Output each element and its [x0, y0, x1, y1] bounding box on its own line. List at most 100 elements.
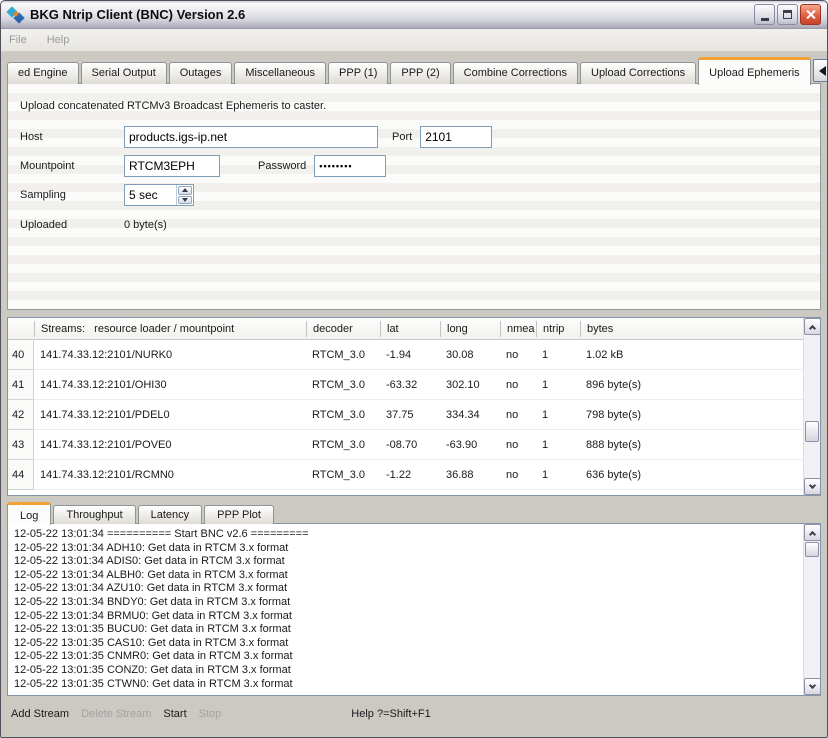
sampling-value[interactable] [125, 185, 176, 205]
stream-cell: 141.74.33.12:2101/NURK0 [34, 340, 306, 370]
scrollbar-thumb[interactable] [805, 421, 819, 442]
password-label: Password [258, 160, 306, 172]
action-add-stream[interactable]: Add Stream [11, 708, 69, 720]
decoder-cell: RTCM_3.0 [306, 370, 380, 400]
table-row[interactable]: 40141.74.33.12:2101/NURK0RTCM_3.0-1.9430… [8, 340, 803, 370]
mountpoint-label: Mountpoint [18, 160, 124, 172]
long-cell: 334.34 [440, 400, 500, 430]
tab-outages[interactable]: Outages [169, 62, 233, 84]
lat-cell: -63.32 [380, 370, 440, 400]
action-stop: Stop [199, 708, 222, 720]
log-line: 12-05-22 13:01:35 BUCU0: Get data in RTC… [14, 623, 803, 637]
spin-up-button[interactable] [178, 186, 192, 195]
mountpoint-input[interactable] [124, 155, 220, 177]
decoder-cell: RTCM_3.0 [306, 430, 380, 460]
chevron-down-icon [809, 681, 816, 688]
streams-table-header: Streams: resource loader / mountpoint de… [8, 318, 803, 340]
password-input[interactable] [314, 155, 386, 177]
log-line: 12-05-22 13:01:35 CAS10: Get data in RTC… [14, 637, 803, 651]
chevron-down-icon [809, 481, 816, 488]
log-line: 12-05-22 13:01:34 BRMU0: Get data in RTC… [14, 610, 803, 624]
header-ntrip: ntrip [536, 321, 580, 337]
chevron-up-icon [809, 324, 816, 331]
menu-help[interactable]: Help [47, 34, 70, 46]
lat-cell: -08.70 [380, 430, 440, 460]
tab-combine-corrections[interactable]: Combine Corrections [453, 62, 578, 84]
app-icon [7, 6, 25, 24]
streams-table: Streams: resource loader / mountpoint de… [7, 317, 821, 496]
header-long: long [440, 321, 500, 337]
streams-scrollbar[interactable] [803, 318, 820, 495]
close-icon [805, 9, 816, 20]
tab-latency[interactable]: Latency [138, 505, 203, 524]
log-panel: 12-05-22 13:01:34 ========== Start BNC v… [7, 523, 821, 696]
host-input[interactable] [124, 126, 378, 148]
pane-description: Upload concatenated RTCMv3 Broadcast Eph… [20, 100, 810, 112]
scroll-up-button[interactable] [804, 318, 821, 335]
bottom-tab-bar: LogThroughputLatencyPPP Plot [7, 501, 821, 524]
ntrip-cell: 1 [536, 370, 580, 400]
action-delete-stream: Delete Stream [81, 708, 151, 720]
long-cell: -63.90 [440, 430, 500, 460]
minimize-icon [761, 18, 769, 21]
nmea-cell: no [500, 460, 536, 490]
close-button[interactable] [800, 4, 821, 25]
table-row[interactable]: 43141.74.33.12:2101/POVE0RTCM_3.0-08.70-… [8, 430, 803, 460]
tab-miscellaneous[interactable]: Miscellaneous [234, 62, 326, 84]
spin-down-button[interactable] [178, 196, 192, 205]
log-line: 12-05-22 13:01:34 ADIS0: Get data in RTC… [14, 555, 803, 569]
menu-file[interactable]: File [9, 34, 27, 46]
stream-cell: 141.74.33.12:2101/POVE0 [34, 430, 306, 460]
table-row[interactable]: 42141.74.33.12:2101/PDEL0RTCM_3.037.7533… [8, 400, 803, 430]
port-input[interactable] [420, 126, 492, 148]
scroll-up-button[interactable] [804, 524, 821, 541]
bytes-cell: 888 byte(s) [580, 430, 803, 460]
title-bar[interactable]: BKG Ntrip Client (BNC) Version 2.6 [1, 1, 827, 29]
tab-ed-engine[interactable]: ed Engine [7, 62, 79, 84]
sampling-spinner[interactable] [124, 184, 194, 206]
decoder-cell: RTCM_3.0 [306, 400, 380, 430]
long-cell: 30.08 [440, 340, 500, 370]
tab-ppp-1[interactable]: PPP (1) [328, 62, 388, 84]
tab-log[interactable]: Log [7, 502, 51, 525]
table-row[interactable]: 44141.74.33.12:2101/RCMN0RTCM_3.0-1.2236… [8, 460, 803, 490]
scroll-down-button[interactable] [804, 478, 821, 495]
log-line: 12-05-22 13:01:34 ADH10: Get data in RTC… [14, 542, 803, 556]
arrow-down-icon [182, 198, 188, 202]
scroll-down-button[interactable] [804, 678, 821, 695]
minimize-button[interactable] [754, 4, 775, 25]
nmea-cell: no [500, 340, 536, 370]
tab-ppp-plot[interactable]: PPP Plot [204, 505, 274, 524]
header-bytes: bytes [580, 321, 803, 337]
arrow-up-icon [182, 188, 188, 192]
row-number: 41 [8, 370, 34, 400]
action-start[interactable]: Start [163, 708, 186, 720]
maximize-button[interactable] [777, 4, 798, 25]
tab-scroll-left-button[interactable] [813, 59, 828, 82]
log-line: 12-05-22 13:01:34 ALBH0: Get data in RTC… [14, 569, 803, 583]
window-title: BKG Ntrip Client (BNC) Version 2.6 [30, 7, 754, 22]
tab-ppp-2[interactable]: PPP (2) [390, 62, 450, 84]
ntrip-cell: 1 [536, 340, 580, 370]
tab-serial-output[interactable]: Serial Output [81, 62, 167, 84]
table-row[interactable]: 41141.74.33.12:2101/OHI30RTCM_3.0-63.323… [8, 370, 803, 400]
maximize-icon [783, 10, 792, 19]
tab-upload-corrections[interactable]: Upload Corrections [580, 62, 696, 84]
tab-upload-ephemeris[interactable]: Upload Ephemeris [698, 57, 811, 85]
ntrip-cell: 1 [536, 430, 580, 460]
app-window: BKG Ntrip Client (BNC) Version 2.6 File H… [0, 0, 828, 738]
header-lat: lat [380, 321, 440, 337]
log-line: 12-05-22 13:01:35 CNMR0: Get data in RTC… [14, 650, 803, 664]
tab-throughput[interactable]: Throughput [53, 505, 135, 524]
scrollbar-thumb[interactable] [805, 542, 819, 557]
decoder-cell: RTCM_3.0 [306, 460, 380, 490]
upload-ephemeris-pane: Upload concatenated RTCMv3 Broadcast Eph… [7, 83, 821, 310]
log-scrollbar[interactable] [803, 524, 820, 695]
row-number: 43 [8, 430, 34, 460]
streams-table-body: 40141.74.33.12:2101/NURK0RTCM_3.0-1.9430… [8, 340, 803, 490]
log-line: 12-05-22 13:01:35 CTWN0: Get data in RTC… [14, 678, 803, 692]
nmea-cell: no [500, 430, 536, 460]
ntrip-cell: 1 [536, 400, 580, 430]
log-line: 12-05-22 13:01:35 CONZ0: Get data in RTC… [14, 664, 803, 678]
bytes-cell: 636 byte(s) [580, 460, 803, 490]
